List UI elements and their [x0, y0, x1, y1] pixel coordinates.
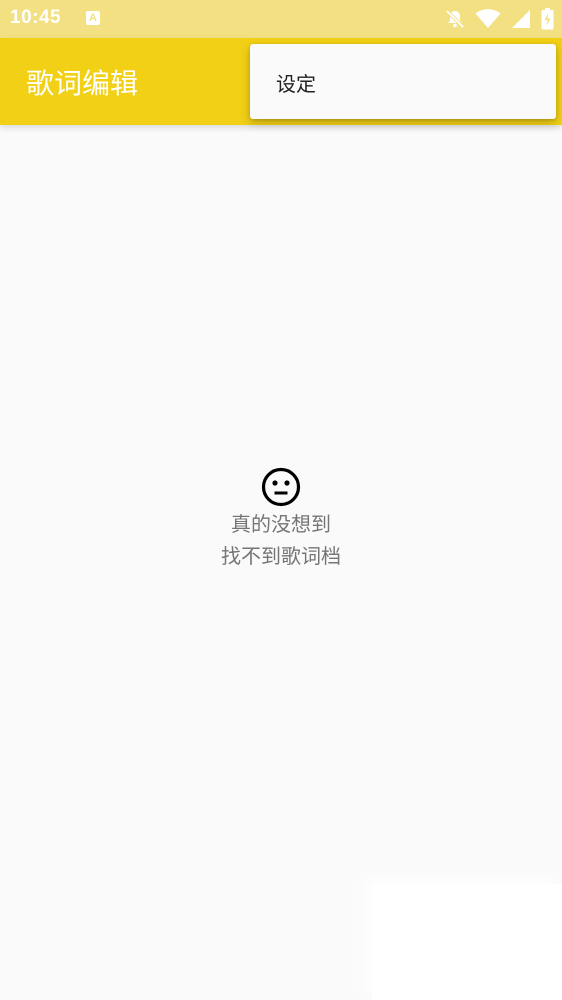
menu-item-settings[interactable]: 设定 [250, 44, 556, 119]
neutral-face-icon [261, 467, 301, 507]
wifi-icon [475, 9, 501, 29]
bottom-overlay [372, 884, 562, 1000]
page-title: 歌词编辑 [26, 67, 139, 100]
status-bar: 10:45 A [0, 0, 562, 38]
empty-message-line-1: 真的没想到 [231, 512, 331, 536]
status-icons [445, 8, 554, 30]
signal-icon [512, 10, 530, 28]
overflow-menu: 设定 [250, 44, 556, 119]
notification-a-icon: A [86, 11, 100, 25]
status-time: 10:45 [10, 7, 62, 28]
empty-state: 真的没想到 找不到歌词档 [0, 466, 562, 572]
alarm-off-icon [445, 9, 465, 29]
notification-a-letter: A [89, 12, 97, 24]
battery-charging-icon [541, 8, 554, 30]
empty-message-line-2: 找不到歌词档 [221, 544, 341, 568]
menu-item-settings-label: 设定 [276, 72, 316, 96]
